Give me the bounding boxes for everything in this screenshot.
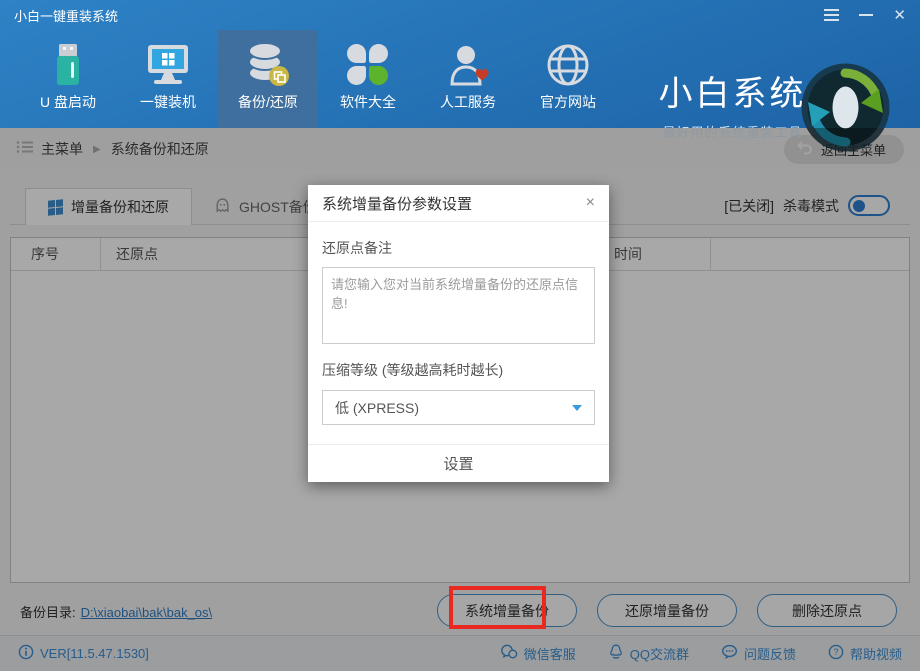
nav-item-support[interactable]: 人工服务 bbox=[418, 30, 518, 128]
highlight-annotation-box bbox=[449, 586, 546, 629]
nav-label: U 盘启动 bbox=[40, 92, 96, 112]
close-icon[interactable]: ✕ bbox=[893, 8, 906, 23]
dialog-header: 系统增量备份参数设置 × bbox=[308, 185, 609, 222]
nav-label: 一键装机 bbox=[140, 92, 196, 112]
titlebar: 小白一键重装系统 ✕ bbox=[0, 0, 920, 30]
nav-item-usb-boot[interactable]: U 盘启动 bbox=[18, 30, 118, 128]
monitor-install-icon bbox=[144, 41, 192, 89]
backup-database-icon bbox=[244, 41, 292, 89]
dialog-close-icon[interactable]: × bbox=[586, 195, 595, 211]
restore-note-label: 还原点备注 bbox=[322, 238, 595, 258]
nav-label: 人工服务 bbox=[440, 92, 496, 112]
restore-note-input[interactable] bbox=[322, 267, 595, 344]
main-nav: U 盘启动 一键装机 bbox=[0, 30, 920, 128]
compression-level-label: 压缩等级 (等级越高耗时越长) bbox=[322, 360, 595, 380]
compression-selected-value: 低 (XPRESS) bbox=[335, 398, 419, 418]
minimize-icon[interactable] bbox=[859, 14, 873, 16]
nav-item-software[interactable]: 软件大全 bbox=[318, 30, 418, 128]
software-clover-icon bbox=[344, 41, 392, 89]
nav-label: 官方网站 bbox=[540, 92, 596, 112]
nav-label: 软件大全 bbox=[340, 92, 396, 112]
app-header: 小白一键重装系统 ✕ U 盘启动 bbox=[0, 0, 920, 128]
nav-item-one-click-install[interactable]: 一键装机 bbox=[118, 30, 218, 128]
dialog-body: 还原点备注 压缩等级 (等级越高耗时越长) 低 (XPRESS) bbox=[308, 238, 609, 425]
dialog-submit-button[interactable]: 设置 bbox=[308, 444, 609, 482]
brand-name: 小白系统 bbox=[645, 66, 820, 115]
app-title: 小白一键重装系统 bbox=[14, 6, 118, 25]
menu-icon[interactable] bbox=[824, 6, 839, 24]
nav-label: 备份/还原 bbox=[238, 92, 298, 112]
backup-settings-dialog: 系统增量备份参数设置 × 还原点备注 压缩等级 (等级越高耗时越长) 低 (XP… bbox=[308, 185, 609, 482]
customer-service-icon bbox=[444, 41, 492, 89]
compression-level-select[interactable]: 低 (XPRESS) bbox=[322, 390, 595, 425]
nav-item-backup-restore[interactable]: 备份/还原 bbox=[218, 30, 318, 128]
usb-drive-icon bbox=[44, 41, 92, 89]
globe-icon bbox=[544, 41, 592, 89]
nav-item-website[interactable]: 官方网站 bbox=[518, 30, 618, 128]
chevron-down-icon bbox=[572, 405, 582, 411]
dialog-title: 系统增量备份参数设置 bbox=[322, 193, 472, 214]
